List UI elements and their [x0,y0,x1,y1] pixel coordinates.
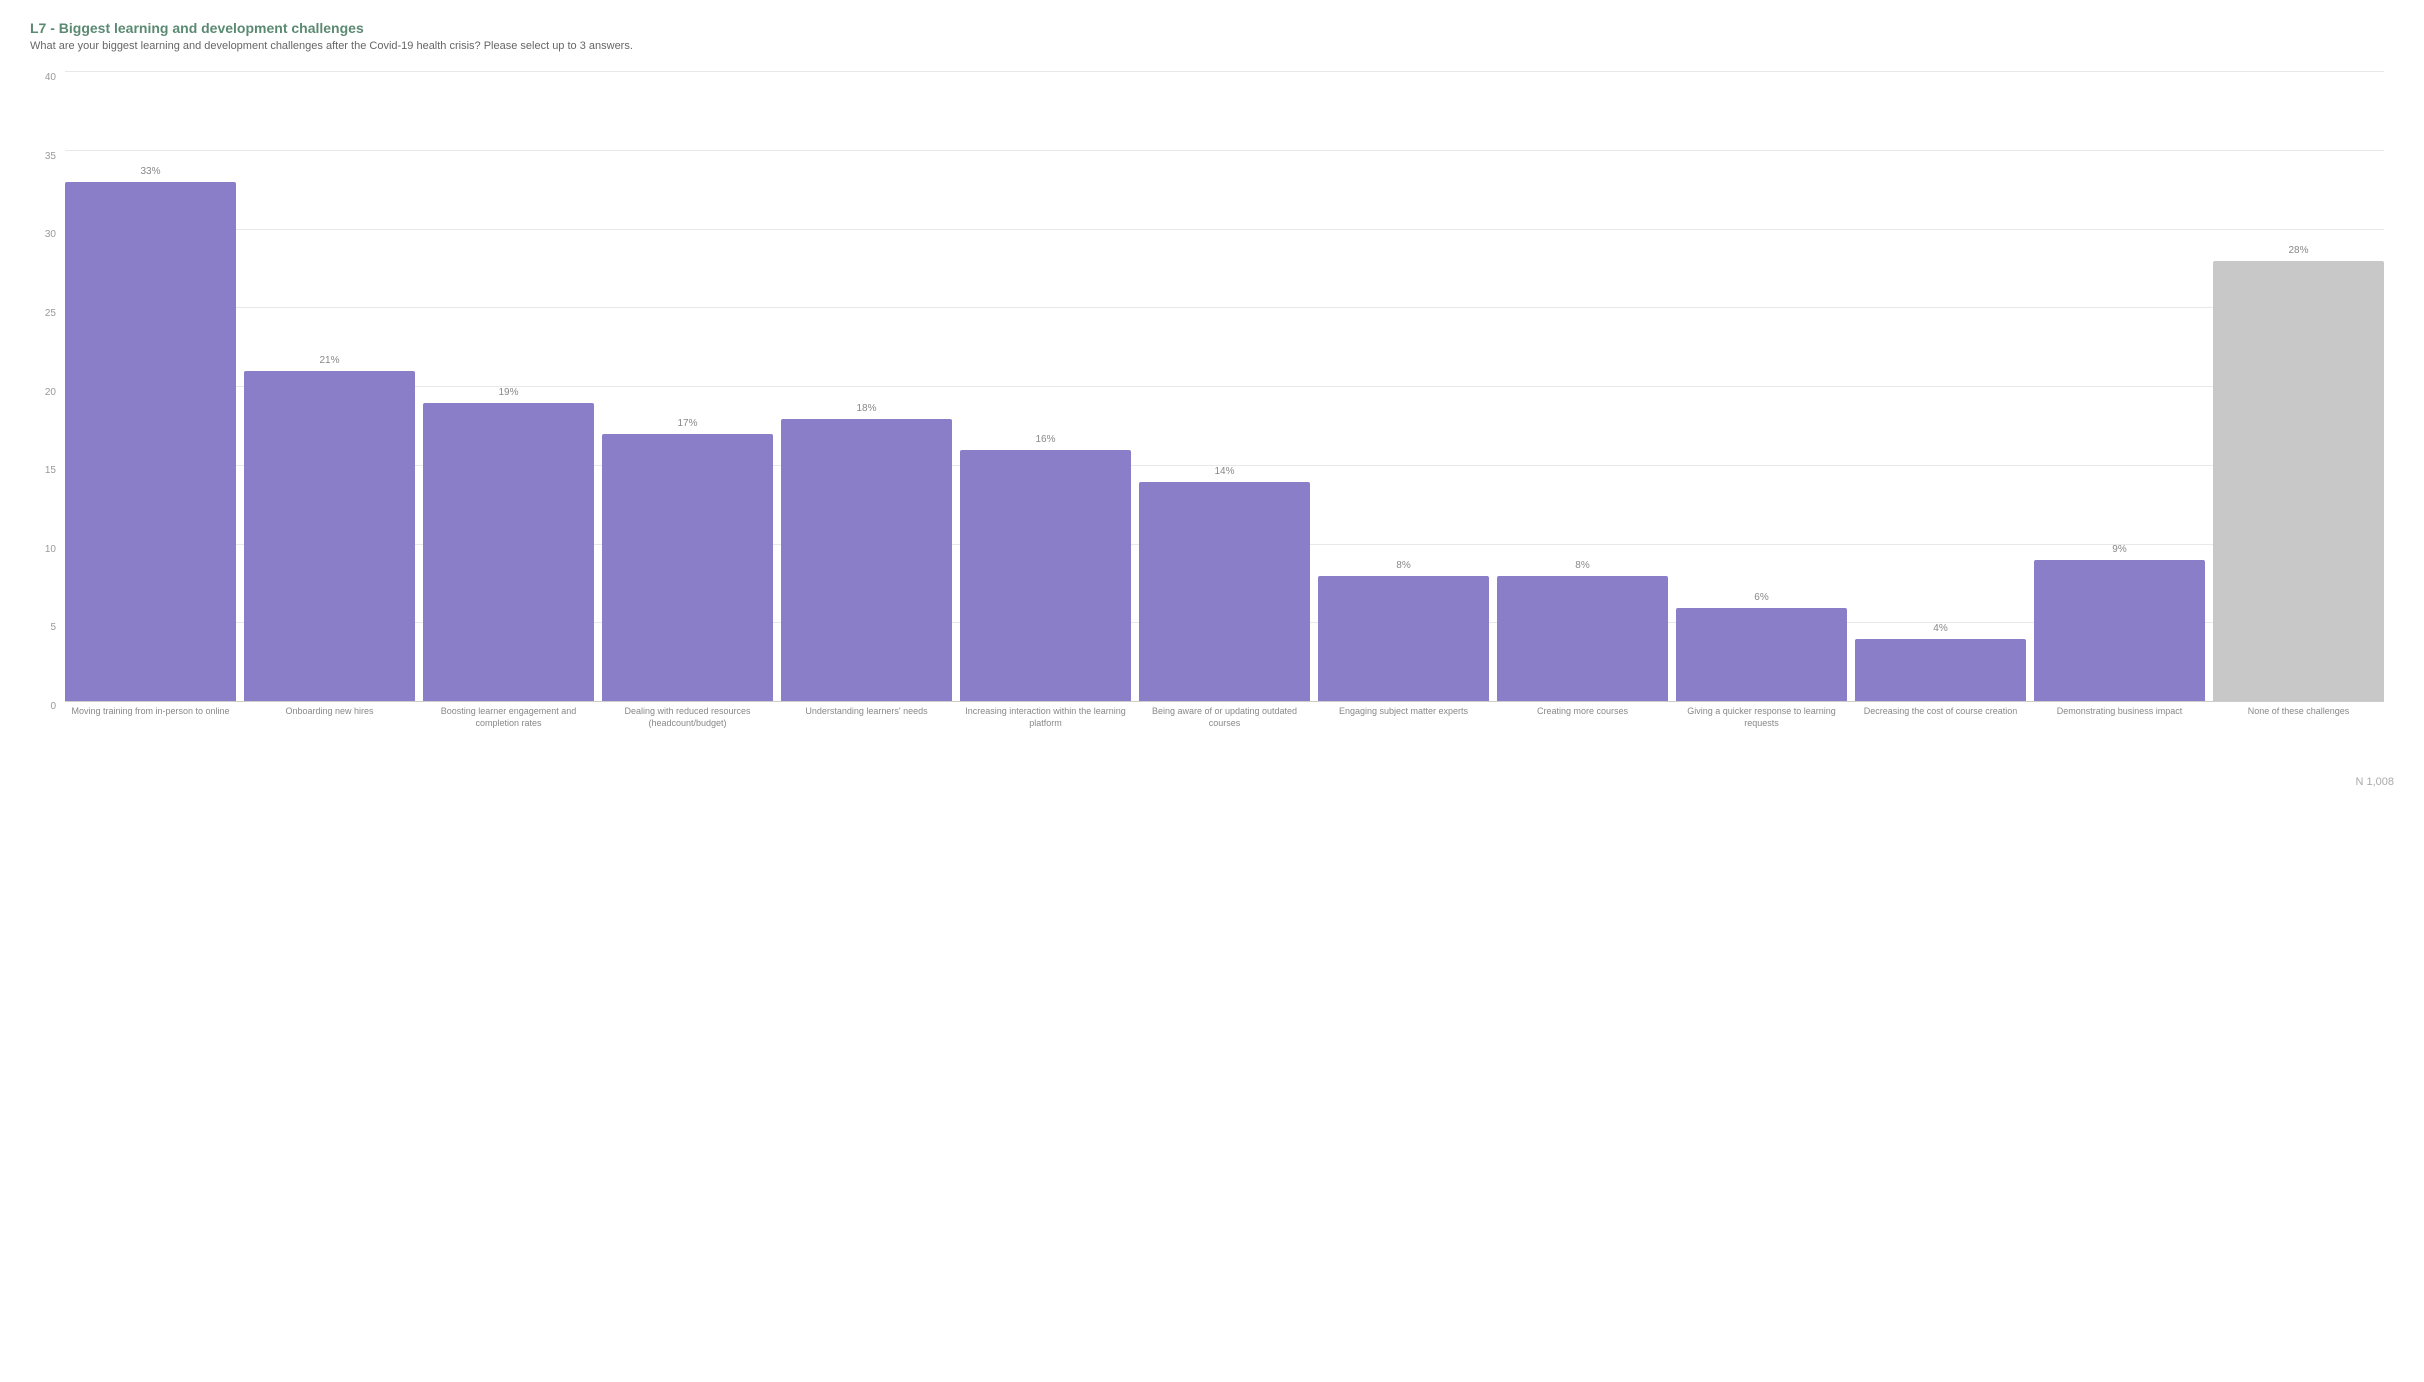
bar-value-8: 8% [1575,560,1589,571]
bar-11: 9% [2034,560,2205,702]
bar-value-9: 6% [1754,592,1768,603]
y-label-20: 20 [30,387,60,398]
page-container: L7 - Biggest learning and development ch… [30,20,2394,788]
bar-value-11: 9% [2112,544,2126,555]
bar-group-1: 21% [244,72,415,702]
bar-6: 14% [1139,482,1310,703]
bars-container: 33%21%19%17%18%16%14%8%8%6%4%9%28% [65,72,2384,702]
x-label-9: Giving a quicker response to learning re… [1676,702,1847,772]
bar-3: 17% [602,434,773,702]
y-label-10: 10 [30,544,60,555]
y-label-40: 40 [30,72,60,83]
chart-body: 33%21%19%17%18%16%14%8%8%6%4%9%28% [65,72,2384,702]
bar-value-12: 28% [2288,245,2308,256]
bar-value-2: 19% [498,387,518,398]
x-label-10: Decreasing the cost of course creation [1855,702,2026,772]
y-axis: 0 5 10 15 20 25 30 35 40 [30,72,60,712]
y-label-35: 35 [30,151,60,162]
bar-value-1: 21% [319,355,339,366]
bar-value-6: 14% [1214,466,1234,477]
x-label-11: Demonstrating business impact [2034,702,2205,772]
x-label-1: Onboarding new hires [244,702,415,772]
x-label-2: Boosting learner engagement and completi… [423,702,594,772]
y-label-30: 30 [30,229,60,240]
bar-0: 33% [65,182,236,702]
bar-value-0: 33% [140,166,160,177]
y-label-0: 0 [30,701,60,712]
bar-value-3: 17% [677,418,697,429]
x-label-12: None of these challenges [2213,702,2384,772]
y-label-15: 15 [30,465,60,476]
bar-5: 16% [960,450,1131,702]
x-label-0: Moving training from in-person to online [65,702,236,772]
bar-group-6: 14% [1139,72,1310,702]
x-label-4: Understanding learners' needs [781,702,952,772]
bar-group-0: 33% [65,72,236,702]
bar-2: 19% [423,403,594,702]
bar-8: 8% [1497,576,1668,702]
bar-value-5: 16% [1035,434,1055,445]
bar-group-7: 8% [1318,72,1489,702]
bar-group-10: 4% [1855,72,2026,702]
x-labels-row: Moving training from in-person to online… [65,702,2384,772]
bar-value-7: 8% [1396,560,1410,571]
bar-group-8: 8% [1497,72,1668,702]
bar-1: 21% [244,371,415,702]
bar-group-3: 17% [602,72,773,702]
chart-title: L7 - Biggest learning and development ch… [30,20,2394,36]
chart-area: 0510152025303540 33%21%19%17%18%16%14%8%… [30,72,2394,772]
x-label-5: Increasing interaction within the learni… [960,702,1131,772]
bar-4: 18% [781,419,952,703]
bar-group-11: 9% [2034,72,2205,702]
bar-group-4: 18% [781,72,952,702]
bar-value-4: 18% [856,403,876,414]
bar-9: 6% [1676,608,1847,703]
x-label-7: Engaging subject matter experts [1318,702,1489,772]
bar-group-12: 28% [2213,72,2384,702]
bar-group-5: 16% [960,72,1131,702]
bar-7: 8% [1318,576,1489,702]
bar-value-10: 4% [1933,623,1947,634]
y-label-25: 25 [30,308,60,319]
n-label: N 1,008 [30,776,2394,788]
chart-subtitle: What are your biggest learning and devel… [30,40,2394,52]
bar-group-2: 19% [423,72,594,702]
y-label-5: 5 [30,622,60,633]
bar-group-9: 6% [1676,72,1847,702]
bar-12: 28% [2213,261,2384,702]
x-label-6: Being aware of or updating outdated cour… [1139,702,1310,772]
x-label-3: Dealing with reduced resources (headcoun… [602,702,773,772]
bar-10: 4% [1855,639,2026,702]
x-label-8: Creating more courses [1497,702,1668,772]
